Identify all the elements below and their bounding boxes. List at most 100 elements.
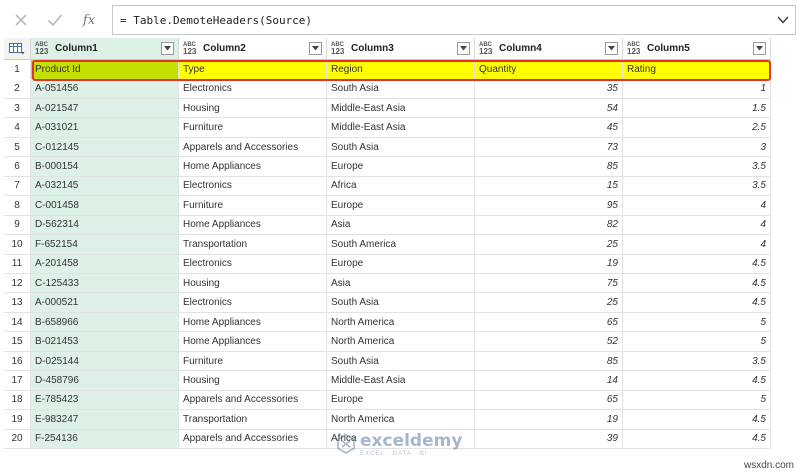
table-cell[interactable]: 4.5 [623, 293, 771, 313]
column-filter-button[interactable] [605, 42, 618, 55]
table-cell[interactable]: 5 [623, 312, 771, 333]
row-number[interactable]: 13 [4, 293, 31, 313]
table-cell[interactable]: Electronics [179, 176, 327, 197]
table-cell[interactable]: 15 [475, 176, 623, 197]
formula-input[interactable]: = Table.DemoteHeaders(Source) [112, 5, 796, 35]
data-type-icon[interactable]: ABC 123 [35, 42, 53, 56]
row-number[interactable]: 19 [4, 410, 31, 430]
table-cell[interactable]: A-201458 [31, 254, 179, 274]
table-cell[interactable]: Electronics [179, 254, 327, 274]
row-number[interactable]: 6 [4, 157, 31, 177]
fx-icon[interactable]: fx [72, 4, 106, 36]
row-number[interactable]: 9 [4, 215, 31, 236]
table-cell[interactable]: Europe [327, 157, 475, 177]
table-cell[interactable]: A-031021 [31, 118, 179, 138]
row-number[interactable]: 7 [4, 176, 31, 197]
table-cell[interactable]: C-012145 [31, 137, 179, 158]
row-number[interactable]: 11 [4, 254, 31, 274]
table-cell[interactable]: Europe [327, 196, 475, 216]
column-header-3[interactable]: ABC 123 Column3 [327, 38, 475, 60]
table-cell[interactable]: E-983247 [31, 410, 179, 430]
table-cell[interactable]: 3 [623, 137, 771, 158]
table-cell[interactable]: Apparels and Accessories [179, 429, 327, 450]
row-number[interactable]: 14 [4, 312, 31, 333]
table-cell[interactable]: 5 [623, 332, 771, 352]
table-cell[interactable]: A-021547 [31, 98, 179, 119]
confirm-button[interactable] [38, 4, 72, 36]
table-cell[interactable]: North America [327, 410, 475, 430]
row-number[interactable]: 18 [4, 390, 31, 411]
column-filter-button[interactable] [161, 42, 174, 55]
table-cell[interactable]: 52 [475, 332, 623, 352]
data-type-icon[interactable]: ABC 123 [183, 42, 201, 56]
table-cell[interactable]: Africa [327, 176, 475, 197]
table-cell[interactable]: 4 [623, 196, 771, 216]
row-number[interactable]: 12 [4, 273, 31, 294]
table-cell[interactable]: Asia [327, 215, 475, 236]
table-cell[interactable]: 4 [623, 215, 771, 236]
table-cell[interactable]: South Asia [327, 293, 475, 313]
row-number[interactable]: 1 [4, 60, 31, 80]
table-cell[interactable]: 3.5 [623, 176, 771, 197]
column-header-4[interactable]: ABC 123 Column4 [475, 38, 623, 60]
table-cell[interactable]: Transportation [179, 235, 327, 255]
table-cell[interactable]: South Asia [327, 79, 475, 99]
table-cell[interactable]: 4.5 [623, 371, 771, 391]
data-type-icon[interactable]: ABC 123 [331, 42, 349, 56]
table-options-button[interactable] [4, 38, 31, 60]
table-cell[interactable]: 25 [475, 235, 623, 255]
table-cell[interactable]: F-254136 [31, 429, 179, 450]
table-cell[interactable]: B-021453 [31, 332, 179, 352]
table-cell[interactable]: South America [327, 235, 475, 255]
table-cell[interactable]: South Asia [327, 137, 475, 158]
table-cell[interactable]: Housing [179, 98, 327, 119]
table-cell[interactable]: Europe [327, 390, 475, 411]
table-cell[interactable]: 19 [475, 410, 623, 430]
row-number[interactable]: 3 [4, 98, 31, 119]
table-cell[interactable]: 65 [475, 390, 623, 411]
table-cell[interactable]: 54 [475, 98, 623, 119]
table-cell[interactable]: Electronics [179, 79, 327, 99]
table-cell[interactable]: Apparels and Accessories [179, 137, 327, 158]
table-cell[interactable]: A-051456 [31, 79, 179, 99]
table-cell[interactable]: Home Appliances [179, 215, 327, 236]
vertical-scrollbar[interactable] [776, 60, 794, 450]
table-cell[interactable]: Furniture [179, 118, 327, 138]
table-cell[interactable]: 2.5 [623, 118, 771, 138]
table-cell[interactable]: E-785423 [31, 390, 179, 411]
row-number[interactable]: 10 [4, 235, 31, 255]
table-cell[interactable]: Asia [327, 273, 475, 294]
table-cell[interactable]: B-658966 [31, 312, 179, 333]
table-cell[interactable]: 85 [475, 157, 623, 177]
table-cell[interactable]: North America [327, 312, 475, 333]
table-cell[interactable]: Middle-East Asia [327, 371, 475, 391]
table-cell[interactable]: D-458796 [31, 371, 179, 391]
table-cell[interactable]: 19 [475, 254, 623, 274]
table-cell[interactable]: D-025144 [31, 351, 179, 372]
table-cell[interactable]: 1.5 [623, 98, 771, 119]
table-cell[interactable]: Housing [179, 371, 327, 391]
table-cell[interactable]: Furniture [179, 196, 327, 216]
column-header-2[interactable]: ABC 123 Column2 [179, 38, 327, 60]
table-cell[interactable]: B-000154 [31, 157, 179, 177]
table-cell[interactable]: 39 [475, 429, 623, 450]
column-filter-button[interactable] [309, 42, 322, 55]
table-cell[interactable]: North America [327, 332, 475, 352]
table-cell[interactable]: F-652154 [31, 235, 179, 255]
column-filter-button[interactable] [457, 42, 470, 55]
data-type-icon[interactable]: ABC 123 [627, 42, 645, 56]
table-cell[interactable]: 95 [475, 196, 623, 216]
row-number[interactable]: 5 [4, 137, 31, 158]
column-filter-button[interactable] [753, 42, 766, 55]
table-cell[interactable]: 4.5 [623, 410, 771, 430]
table-cell[interactable]: 35 [475, 79, 623, 99]
table-cell[interactable]: 25 [475, 293, 623, 313]
table-cell[interactable]: 45 [475, 118, 623, 138]
table-cell[interactable]: 65 [475, 312, 623, 333]
column-header-1[interactable]: ABC 123 Column1 [31, 38, 179, 60]
table-cell[interactable]: 82 [475, 215, 623, 236]
table-cell[interactable]: 4.5 [623, 254, 771, 274]
row-number[interactable]: 15 [4, 332, 31, 352]
row-number[interactable]: 2 [4, 79, 31, 99]
table-cell[interactable]: A-032145 [31, 176, 179, 197]
